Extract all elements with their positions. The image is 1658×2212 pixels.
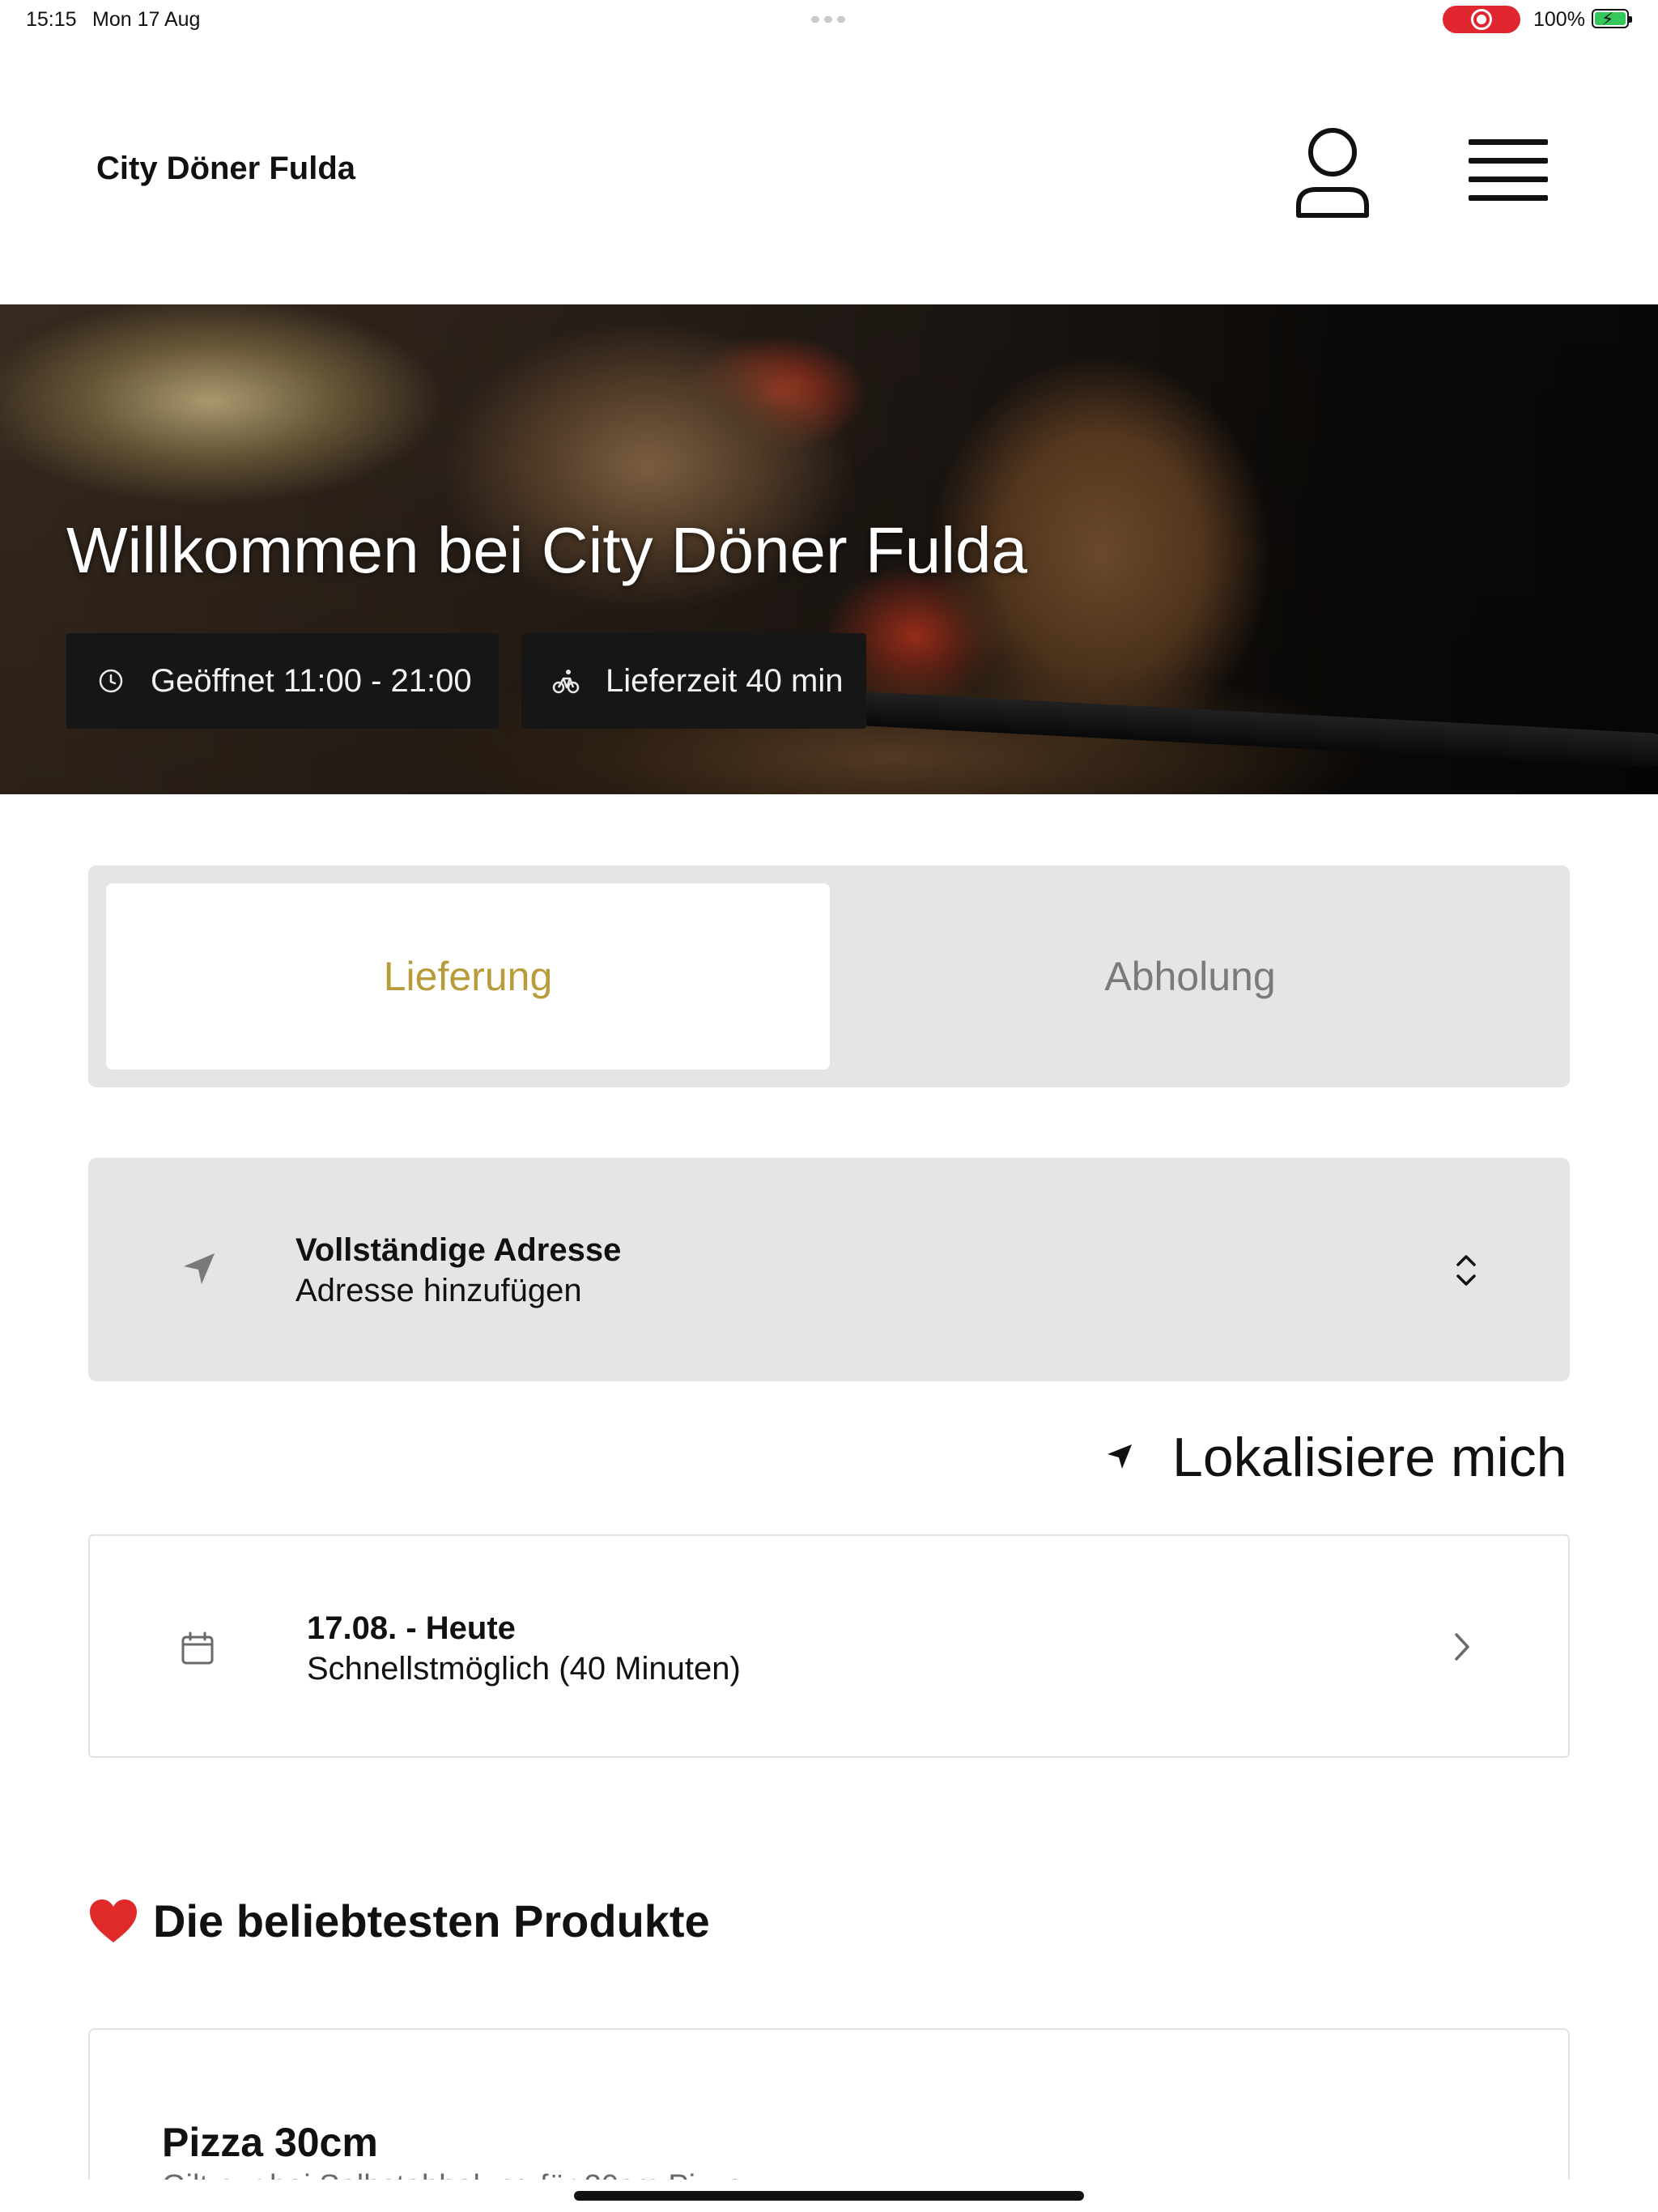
brand-title[interactable]: City Döner Fulda bbox=[96, 151, 355, 187]
address-placeholder: Adresse hinzufügen bbox=[295, 1273, 582, 1308]
tab-abholung[interactable]: Abholung bbox=[828, 883, 1552, 1070]
popular-products-title: Die beliebtesten Produkte bbox=[153, 1895, 710, 1946]
chevron-up-down-icon bbox=[1456, 1255, 1476, 1286]
status-date: Mon 17 Aug bbox=[92, 8, 201, 31]
bicycle-icon bbox=[552, 667, 580, 695]
popular-products-heading: Die beliebtesten Produkte bbox=[88, 1895, 710, 1947]
screen-recording-icon[interactable] bbox=[1443, 6, 1520, 33]
locate-me-label: Lokalisiere mich bbox=[1172, 1427, 1567, 1488]
opening-hours-label: Geöffnet 11:00 - 21:00 bbox=[151, 662, 472, 699]
delivery-time-selector[interactable]: 17.08. - Heute Schnellstmöglich (40 Minu… bbox=[88, 1534, 1570, 1758]
user-icon bbox=[1296, 128, 1369, 218]
battery-icon: ⚡ bbox=[1592, 9, 1632, 29]
product-name: Pizza 30cm bbox=[162, 2120, 378, 2165]
locate-me-button[interactable]: Lokalisiere mich bbox=[1103, 1425, 1567, 1490]
address-title: Vollständige Adresse bbox=[295, 1232, 622, 1268]
location-arrow-icon bbox=[184, 1253, 215, 1284]
delivery-date-title: 17.08. - Heute bbox=[307, 1610, 516, 1646]
hero-banner: Willkommen bei City Döner Fulda Geöffnet… bbox=[0, 304, 1658, 794]
delivery-date-subtitle: Schnellstmöglich (40 Minuten) bbox=[307, 1651, 741, 1687]
chevron-right-icon bbox=[1455, 1633, 1469, 1661]
home-indicator[interactable] bbox=[574, 2191, 1084, 2201]
tab-lieferung[interactable]: Lieferung bbox=[106, 883, 830, 1070]
profile-button[interactable] bbox=[1292, 125, 1373, 222]
multitasking-dots-icon[interactable] bbox=[811, 16, 847, 23]
app-header: City Döner Fulda bbox=[0, 39, 1658, 304]
delivery-time-badge: Lieferzeit 40 min bbox=[521, 633, 866, 729]
status-bar: 15:15 Mon 17 Aug 100% ⚡ bbox=[0, 0, 1658, 39]
location-arrow-icon bbox=[1107, 1444, 1132, 1469]
address-selector[interactable]: Vollständige Adresse Adresse hinzufügen bbox=[88, 1158, 1570, 1381]
delivery-time-label: Lieferzeit 40 min bbox=[606, 662, 844, 699]
status-time: 15:15 bbox=[26, 8, 77, 31]
heart-icon bbox=[90, 1899, 137, 1942]
clock-icon bbox=[97, 667, 125, 695]
hero-title: Willkommen bei City Döner Fulda bbox=[66, 514, 1028, 586]
order-mode-toggle: Lieferung Abholung bbox=[88, 866, 1570, 1087]
calendar-icon bbox=[181, 1631, 214, 1665]
battery-percentage: 100% bbox=[1533, 8, 1585, 31]
hamburger-menu-icon[interactable] bbox=[1462, 133, 1554, 214]
opening-hours-badge: Geöffnet 11:00 - 21:00 bbox=[66, 633, 499, 729]
